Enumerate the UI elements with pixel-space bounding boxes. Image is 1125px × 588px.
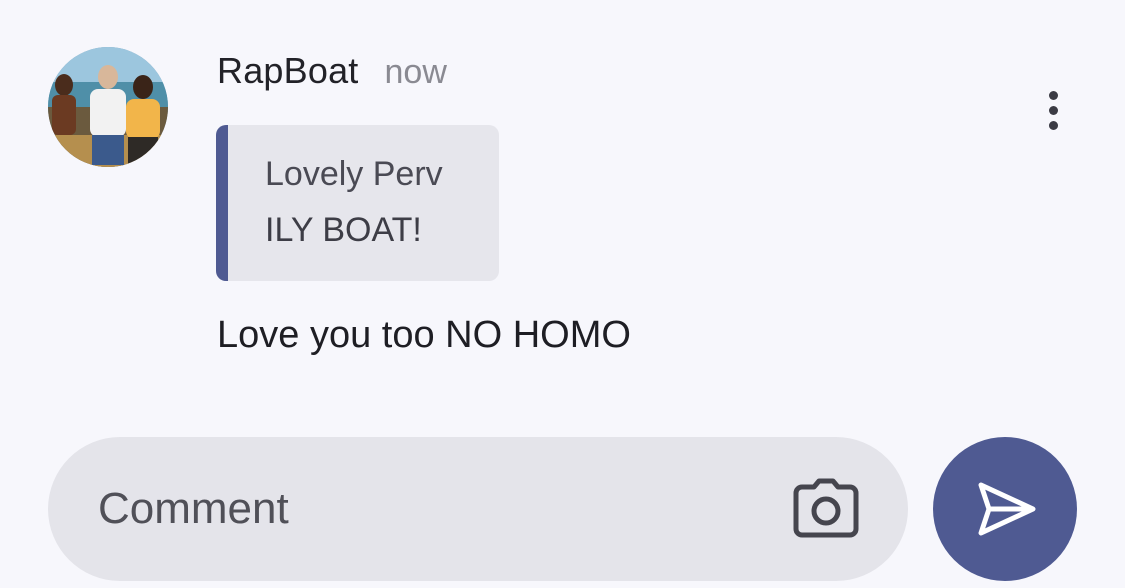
quoted-message[interactable]: Lovely Perv ILY BOAT! [216,125,499,281]
quote-accent-bar [216,125,228,281]
message-text: Love you too NO HOMO [217,314,631,356]
avatar[interactable] [48,47,168,167]
comment-thread: RapBoat now Lovely Perv ILY BOAT! Love y… [0,0,1125,588]
comment-field [48,437,908,581]
send-icon [978,482,1036,536]
quote-text: ILY BOAT! [265,211,422,249]
more-options-button[interactable] [1032,86,1074,134]
camera-button[interactable] [792,477,860,541]
more-vertical-icon-dot [1048,120,1058,130]
post-header: RapBoat now [217,50,447,92]
comment-input[interactable] [98,477,738,541]
send-button[interactable] [933,437,1077,581]
avatar-photo [48,47,168,167]
camera-icon [793,478,859,538]
timestamp: now [384,53,447,91]
more-vertical-icon-dot [1048,105,1058,115]
quote-author: Lovely Perv [265,155,443,193]
author-name[interactable]: RapBoat [217,50,359,92]
more-vertical-icon [1048,90,1058,100]
